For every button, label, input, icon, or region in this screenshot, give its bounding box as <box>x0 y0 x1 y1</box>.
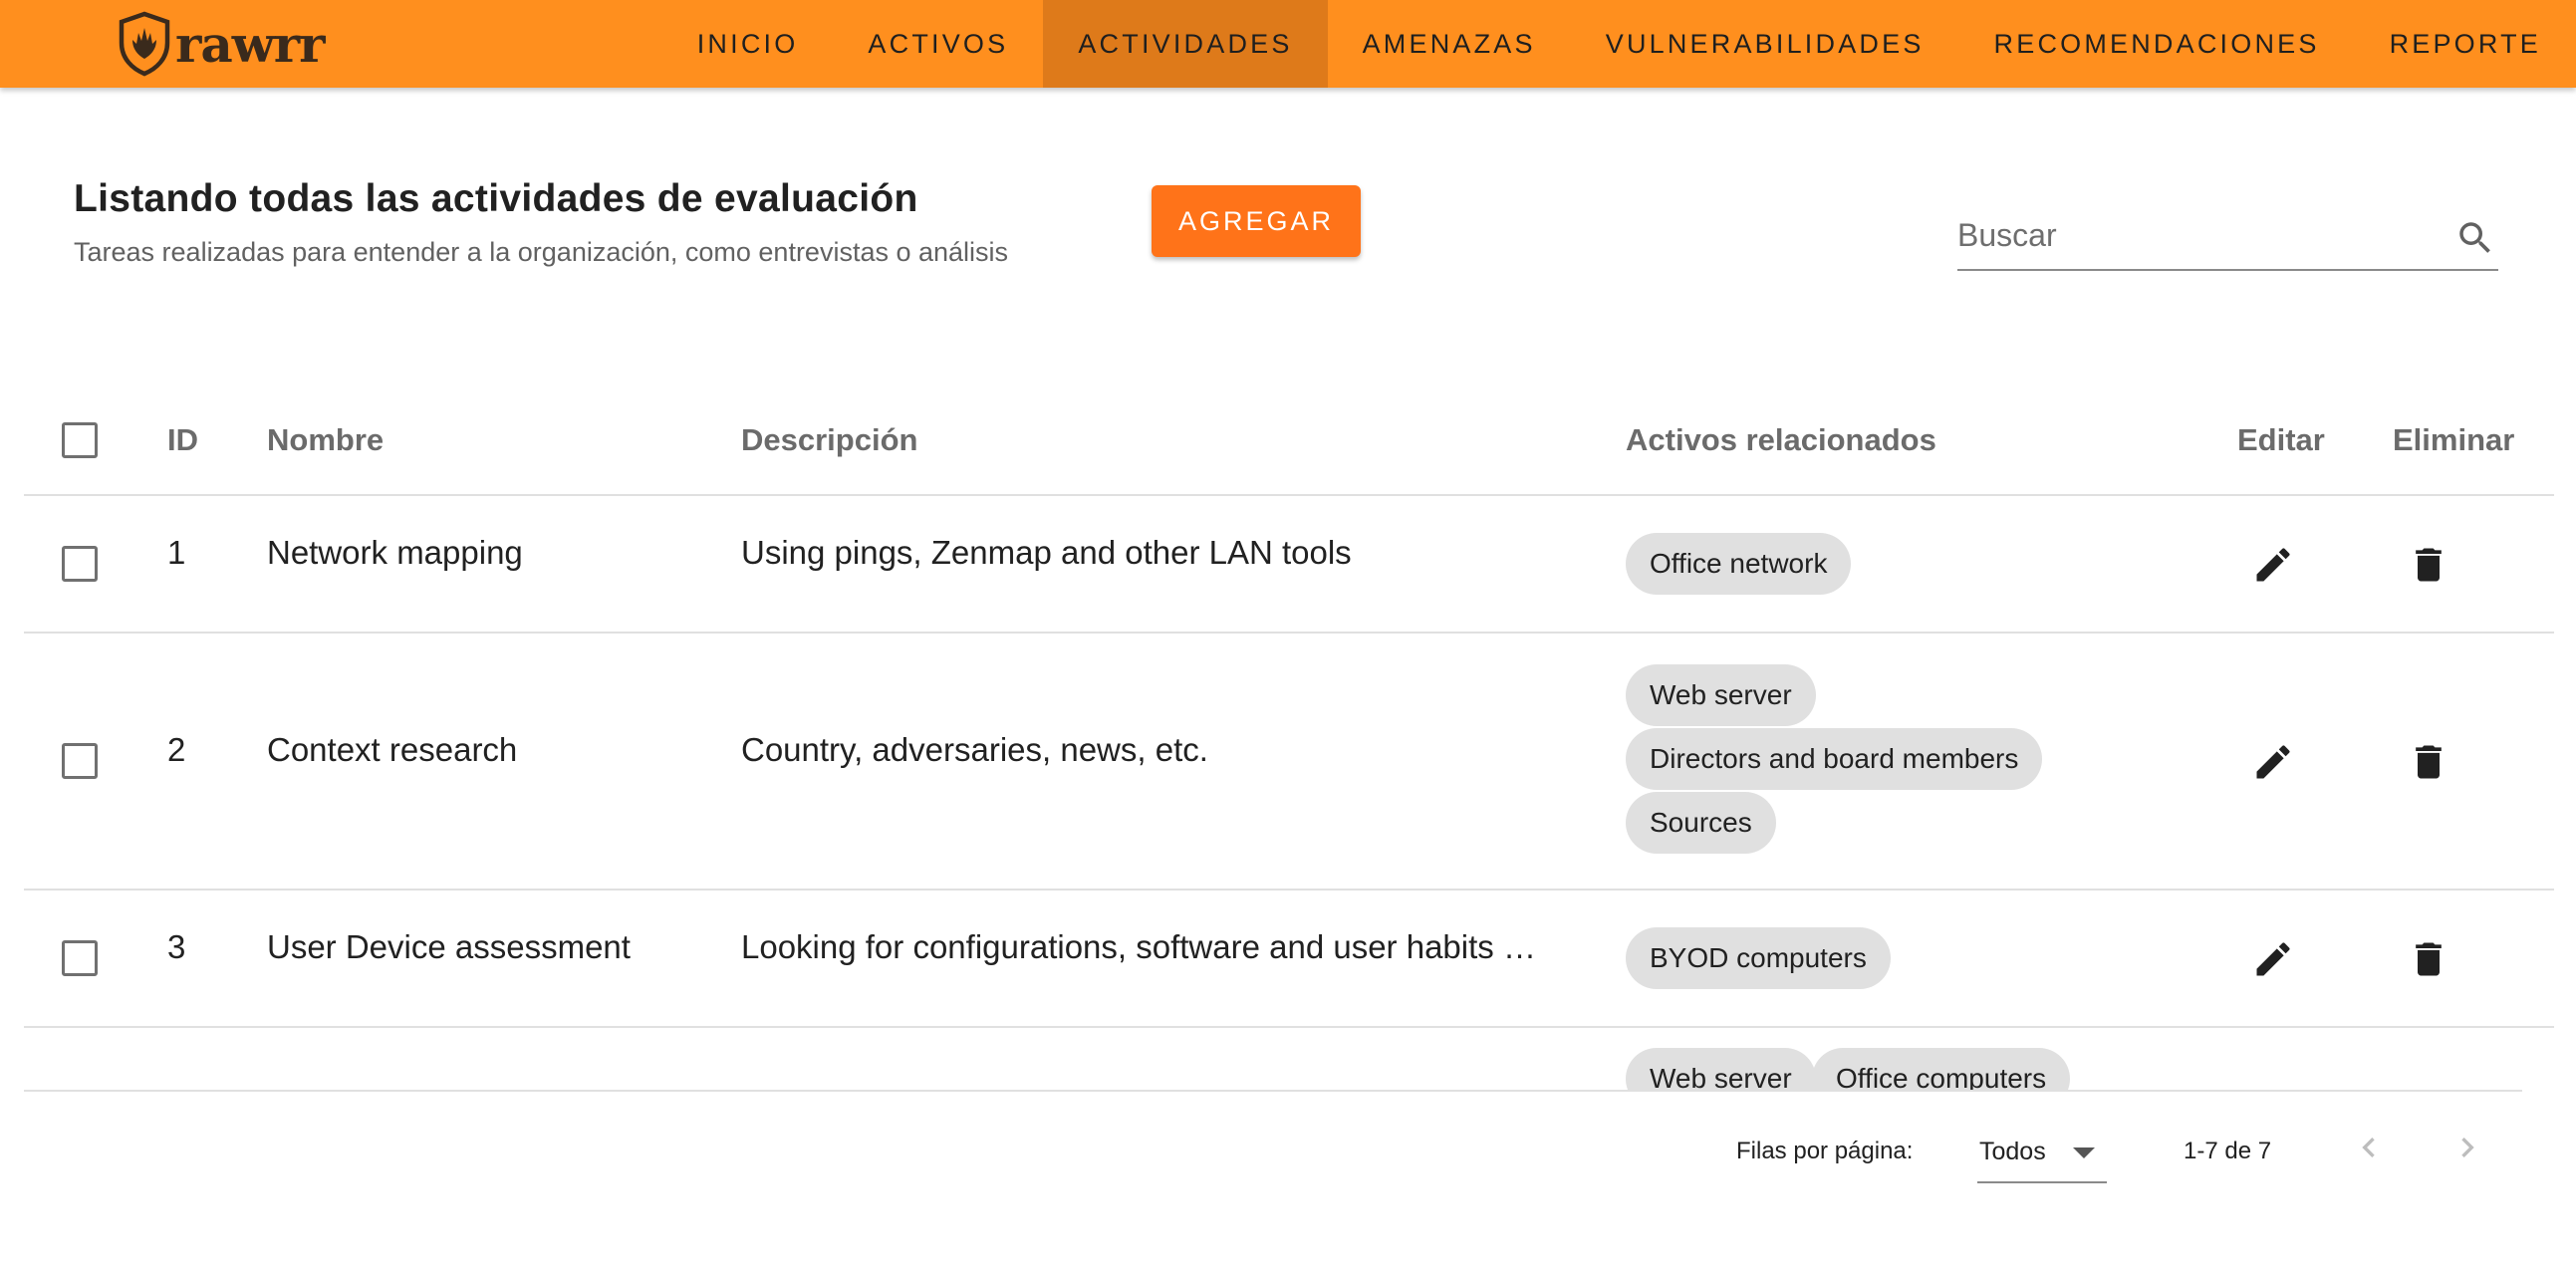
column-header-description[interactable]: Descripción <box>741 422 917 458</box>
row-description: Looking for configurations, software and… <box>741 928 1536 965</box>
rows-per-page-select[interactable]: Todos <box>1977 1122 2107 1183</box>
row-checkbox[interactable] <box>62 546 98 582</box>
asset-chip[interactable]: Web server <box>1626 1048 1816 1090</box>
row-checkbox[interactable] <box>62 940 98 976</box>
app-logo[interactable]: rawrr <box>118 6 325 82</box>
app-bar: rawrr INICIO ACTIVOS ACTIVIDADES AMENAZA… <box>0 0 2576 88</box>
column-header-delete: Eliminar <box>2393 422 2515 457</box>
nav-item-reporte[interactable]: REPORTE <box>2355 0 2576 88</box>
row-id: 1 <box>167 534 186 571</box>
page-subtitle: Tareas realizadas para entender a la org… <box>74 237 1009 267</box>
nav-item-recomendaciones[interactable]: RECOMENDACIONES <box>1959 0 2355 88</box>
edit-icon[interactable] <box>2245 734 2301 790</box>
chevron-left-icon[interactable] <box>2341 1120 2397 1175</box>
delete-icon[interactable] <box>2401 537 2456 593</box>
logo-text: rawrr <box>175 14 325 74</box>
asset-chip[interactable]: BYOD computers <box>1626 927 1891 989</box>
main-nav: INICIO ACTIVOS ACTIVIDADES AMENAZAS VULN… <box>662 0 2576 88</box>
asset-chip[interactable]: Office computers <box>1812 1048 2071 1090</box>
row-description: Using pings, Zenmap and other LAN tools <box>741 534 1352 571</box>
asset-chip[interactable]: Web server <box>1626 664 1816 726</box>
column-header-id: ID <box>167 422 198 457</box>
edit-icon[interactable] <box>2245 537 2301 593</box>
row-id: 3 <box>167 928 186 965</box>
column-header-edit: Editar <box>2237 422 2325 457</box>
rows-per-page-label: Filas por página: <box>1736 1138 1914 1164</box>
table-row: 1 Network mapping Using pings, Zenmap an… <box>24 496 2554 634</box>
page-title: Listando todas las actividades de evalua… <box>74 177 918 220</box>
asset-chip[interactable]: Directors and board members <box>1626 728 2043 790</box>
row-name: Context research <box>267 731 518 768</box>
row-description: Country, adversaries, news, etc. <box>741 731 1208 768</box>
table-row: 2 Context research Country, adversaries,… <box>24 634 2554 891</box>
rows-per-page-value: Todos <box>1979 1138 2046 1165</box>
delete-icon[interactable] <box>2401 931 2456 987</box>
row-id: 2 <box>167 731 186 768</box>
nav-item-inicio[interactable]: INICIO <box>662 0 834 88</box>
shield-logo-icon <box>119 11 170 77</box>
search-input[interactable] <box>1957 207 2426 263</box>
chevron-right-icon[interactable] <box>2440 1120 2495 1175</box>
delete-icon[interactable] <box>2401 734 2456 790</box>
table-row: 3 User Device assessment Looking for con… <box>24 891 2554 1028</box>
table-footer: Filas por página: Todos 1-7 de 7 <box>24 1090 2522 1209</box>
table-header: ID Nombre Descripción Activos relacionad… <box>24 386 2554 496</box>
table-row: Web server Office computers <box>24 1028 2554 1090</box>
nav-item-vulnerabilidades[interactable]: VULNERABILIDADES <box>1571 0 1959 88</box>
pagination-range: 1-7 de 7 <box>2184 1138 2272 1164</box>
column-header-name[interactable]: Nombre <box>267 422 384 458</box>
asset-chip[interactable]: Office network <box>1626 533 1852 595</box>
add-button[interactable]: AGREGAR <box>1152 185 1361 257</box>
row-name: Network mapping <box>267 534 523 571</box>
select-all-checkbox[interactable] <box>62 422 98 458</box>
edit-icon[interactable] <box>2245 931 2301 987</box>
row-name: User Device assessment <box>267 928 631 965</box>
nav-item-actividades[interactable]: ACTIVIDADES <box>1043 0 1328 88</box>
search-icon[interactable] <box>2454 217 2496 259</box>
nav-item-amenazas[interactable]: AMENAZAS <box>1328 0 1571 88</box>
nav-item-activos[interactable]: ACTIVOS <box>833 0 1043 88</box>
activities-table: ID Nombre Descripción Activos relacionad… <box>24 386 2554 1090</box>
search-field <box>1957 207 2498 271</box>
column-header-assets: Activos relacionados <box>1626 422 1936 457</box>
asset-chip[interactable]: Sources <box>1626 792 1776 854</box>
row-checkbox[interactable] <box>62 743 98 779</box>
caret-down-icon <box>2073 1147 2095 1158</box>
